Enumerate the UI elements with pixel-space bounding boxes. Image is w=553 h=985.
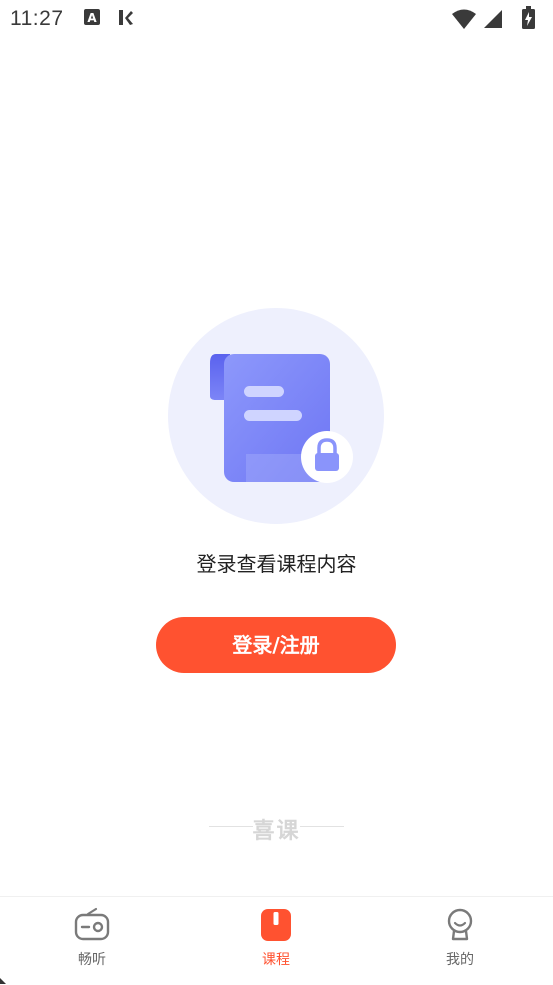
login-register-button[interactable]: 登录/注册	[156, 617, 396, 673]
tab-mine-label: 我的	[446, 952, 474, 968]
app-notification-k-icon	[119, 10, 133, 25]
corner-indicator-icon	[0, 978, 6, 984]
profile-icon	[447, 908, 473, 941]
tab-listen[interactable]: 畅听	[0, 897, 184, 985]
brand-footer: 喜课	[0, 810, 553, 844]
svg-text:A: A	[87, 11, 97, 25]
cellular-signal-icon	[484, 10, 502, 28]
app-notification-a-icon: A	[84, 9, 100, 25]
status-bar: 11:27 A	[0, 0, 553, 38]
brand-name: 喜课	[252, 819, 301, 844]
wifi-icon	[452, 9, 476, 29]
locked-course-illustration	[168, 308, 384, 524]
tab-mine[interactable]: 我的	[368, 897, 552, 985]
tab-courses[interactable]: 课程	[184, 897, 368, 985]
battery-icon	[522, 6, 535, 29]
tab-courses-label: 课程	[262, 952, 290, 968]
radio-icon	[74, 907, 110, 941]
book-icon	[261, 909, 291, 941]
empty-state-message: 登录查看课程内容	[196, 552, 357, 576]
tab-listen-label: 畅听	[78, 952, 106, 968]
status-time: 11:27	[10, 7, 64, 30]
brand-divider-right	[300, 826, 344, 827]
bottom-tab-bar: 畅听 课程 我的	[0, 896, 553, 985]
